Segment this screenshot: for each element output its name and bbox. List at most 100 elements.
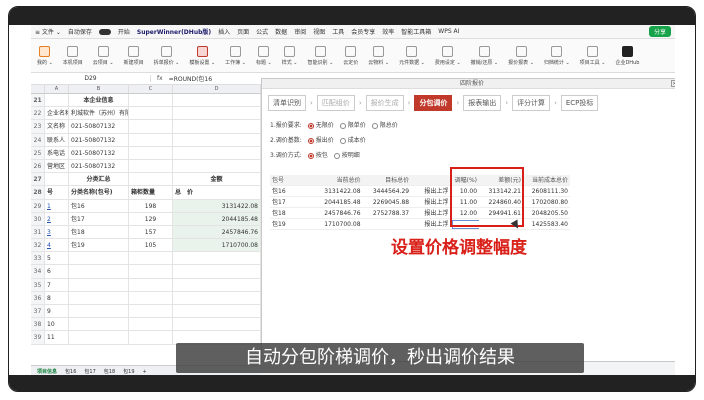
radio-icon[interactable] <box>339 137 346 144</box>
cell-a[interactable]: 联系人 <box>45 133 69 146</box>
radio-option[interactable]: 报出价 <box>307 135 334 144</box>
row-number[interactable]: 24 <box>31 133 45 146</box>
step-tab[interactable]: ECP投标 <box>560 95 599 111</box>
cell-a[interactable]: 4 <box>45 239 69 252</box>
ribbon-split-quote[interactable]: 拆单报价 ⌄ <box>154 45 179 66</box>
add-sheet-button[interactable]: + <box>143 369 147 375</box>
ribbon-cloud-material[interactable]: 云物料 ⌄ <box>368 45 389 66</box>
row-number[interactable]: 29 <box>31 199 45 212</box>
ribbon-workbook[interactable]: 工作簿 ⌄ <box>225 45 246 66</box>
menu-review[interactable]: 审阅 <box>294 27 306 36</box>
ribbon-component-data[interactable]: 元件数据 ⌄ <box>399 45 425 66</box>
menu-home[interactable]: 开始 <box>118 27 130 36</box>
ribbon-archive-stats[interactable]: 归档统计 ⌄ <box>544 45 570 66</box>
close-icon[interactable]: × <box>671 80 675 87</box>
cell-c[interactable] <box>129 107 173 120</box>
cell-d[interactable] <box>173 94 261 107</box>
cell-c[interactable] <box>129 278 173 291</box>
cell-c[interactable] <box>129 133 173 146</box>
cell-b[interactable] <box>69 252 129 265</box>
fx-icon[interactable]: fx <box>151 75 169 82</box>
menu-efficiency[interactable]: 效率 <box>382 27 394 36</box>
row-number[interactable]: 26 <box>31 159 45 173</box>
cell-a[interactable] <box>45 94 69 107</box>
cell-b[interactable]: 利城软件（苏州）有限公司 <box>69 107 129 120</box>
col-header-b[interactable]: B <box>69 85 129 93</box>
cell-d[interactable] <box>173 252 261 265</box>
cell-b[interactable] <box>69 305 129 318</box>
ribbon-fee-setting[interactable]: 费用设定 ⌄ <box>435 45 461 66</box>
cell-b[interactable] <box>69 265 129 278</box>
ribbon-new-project[interactable]: 新建项目 <box>124 45 144 66</box>
cell-c[interactable] <box>129 252 173 265</box>
cell-d[interactable] <box>173 265 261 278</box>
share-button[interactable]: 分享 <box>648 26 671 37</box>
cell-a[interactable]: 营地区 <box>45 159 69 173</box>
step-tab[interactable]: 清单识别 <box>268 95 306 111</box>
menu-file[interactable]: ≡ 文件 ⌄ <box>35 27 61 36</box>
cell-b[interactable]: 包16 <box>69 199 129 212</box>
table-cell[interactable]: 报出上浮 <box>411 197 450 207</box>
row-number[interactable]: 22 <box>31 107 45 120</box>
ribbon-title[interactable]: 标题 ⌄ <box>256 45 272 66</box>
cell-a[interactable]: 6 <box>45 265 69 278</box>
menu-member[interactable]: 会员专享 <box>351 27 375 36</box>
radio-icon[interactable] <box>371 122 378 129</box>
cell-a[interactable]: 9 <box>45 305 69 318</box>
cell-a[interactable]: 7 <box>45 278 69 291</box>
radio-option[interactable]: 无限价 <box>307 120 334 129</box>
cell-d[interactable] <box>173 159 261 173</box>
formula-input[interactable]: =ROUND(包16 <box>169 74 212 83</box>
cell-d[interactable] <box>173 305 261 318</box>
radio-icon[interactable] <box>333 152 340 159</box>
cell-b[interactable]: 021-50807132 <box>69 159 129 173</box>
radio-option[interactable]: 按包 <box>307 150 328 159</box>
radio-icon[interactable] <box>307 122 314 129</box>
table-cell[interactable]: 报出上浮 <box>411 208 450 218</box>
ribbon-smart-recognize[interactable]: 智能识别 ⌄ <box>308 45 333 66</box>
cell-d[interactable] <box>173 318 261 331</box>
cell-c[interactable] <box>129 291 173 304</box>
cell-c[interactable] <box>129 305 173 318</box>
row-number[interactable]: 23 <box>31 120 45 133</box>
radio-option[interactable]: 按明细 <box>333 150 360 159</box>
menu-page[interactable]: 页面 <box>237 27 249 36</box>
row-number[interactable]: 32 <box>31 239 45 252</box>
menu-smart-toolbox[interactable]: 智能工具箱 <box>401 27 431 36</box>
ribbon-quote-report[interactable]: 报价报表 ⌄ <box>508 45 534 66</box>
ribbon-template[interactable]: 模板设置 ⌄ <box>189 45 215 66</box>
cell-b[interactable]: 包18 <box>69 225 129 239</box>
menu-formula[interactable]: 公式 <box>256 27 268 36</box>
row-number[interactable]: 25 <box>31 146 45 159</box>
step-tab[interactable]: 匹配组价 <box>316 95 355 111</box>
tab-pkg18[interactable]: 包18 <box>104 368 115 375</box>
row-number[interactable]: 30 <box>31 212 45 225</box>
step-tab[interactable]: 评分计算 <box>512 95 551 111</box>
cell-b[interactable] <box>69 278 129 291</box>
cell-b[interactable] <box>69 331 129 344</box>
cell-c[interactable]: 129 <box>129 212 173 225</box>
cell-d[interactable]: 1710700.08 <box>173 239 261 252</box>
menu-superwinner[interactable]: SuperWinner(DHub版) <box>137 27 211 36</box>
cell-c[interactable] <box>129 318 173 331</box>
cell-c[interactable]: 157 <box>129 225 173 239</box>
row-number[interactable]: 27 <box>31 173 45 186</box>
cell-b[interactable]: 分类名称(包号) <box>69 186 129 199</box>
cell-a[interactable]: 8 <box>45 291 69 304</box>
cell-a[interactable]: 号 <box>45 186 69 199</box>
cell-c[interactable]: 箱柜数量 <box>129 186 173 199</box>
cell-a[interactable]: 3 <box>45 225 69 239</box>
ribbon-enterprise-dhub[interactable]: 企业DHub <box>615 45 639 66</box>
ribbon-project-tools[interactable]: 项目工具 ⌄ <box>580 45 605 66</box>
ribbon-style[interactable]: 样式 ⌄ <box>282 45 298 66</box>
radio-option[interactable]: 成本价 <box>339 135 366 144</box>
row-number[interactable]: 36 <box>31 291 45 304</box>
cell-c[interactable] <box>129 173 173 186</box>
cell-b[interactable]: 包17 <box>69 212 129 225</box>
step-tab[interactable]: 报表输出 <box>463 95 502 111</box>
cell-b[interactable]: 包19 <box>69 239 129 252</box>
cell-a[interactable]: 11 <box>45 331 69 344</box>
cell-a[interactable]: 文名称 <box>45 120 69 133</box>
cell-c[interactable]: 198 <box>129 199 173 212</box>
tab-pkg17[interactable]: 包17 <box>84 368 95 375</box>
